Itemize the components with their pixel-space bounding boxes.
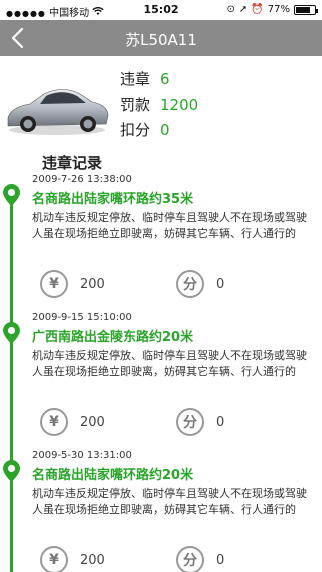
violations-row: 违章 6 [120, 68, 170, 89]
record-fine-value: 200 [80, 276, 105, 292]
record-points: 分 0 [176, 408, 224, 436]
nav-bar: 苏L50A11 [0, 20, 322, 56]
battery-icon [294, 4, 318, 15]
status-right: ⊙ ➚ ⏰ 77% [226, 4, 318, 15]
record-points-value: 0 [216, 414, 225, 430]
record-location: 广西南路出金陵东路约20米 [32, 330, 194, 345]
location-pin-icon [3, 460, 20, 482]
record-date: 2009-5-30 13:31:00 [32, 450, 132, 461]
lock-rotation-icon: ⊙ [226, 4, 235, 15]
points-icon: 分 [176, 546, 204, 572]
record-points-value: 0 [216, 276, 225, 292]
record-points-value: 0 [216, 552, 225, 568]
location-arrow-icon: ➚ [238, 4, 248, 15]
fine-label: 罚款 [120, 96, 151, 114]
page-title: 苏L50A11 [125, 31, 197, 49]
record-location: 名商路出陆家嘴环路约20米 [32, 468, 194, 483]
record-item[interactable]: 2009-7-26 13:38:00 名商路出陆家嘴环路约35米 机动车违反规定… [0, 174, 322, 304]
location-pin-icon [3, 322, 20, 344]
fine-value: 1200 [160, 96, 199, 114]
record-fine-value: 200 [80, 414, 105, 430]
record-points: 分 0 [176, 270, 224, 298]
violations-label: 违章 [120, 70, 151, 88]
record-item[interactable]: 2009-9-15 15:10:00 广西南路出金陵东路约20米 机动车违反规定… [0, 312, 322, 442]
records-title: 违章记录 [42, 154, 103, 172]
record-description: 机动车违反规定停放、临时停车且驾驶人不在现场或驾驶人虽在现场拒绝立即驶离，妨碍其… [32, 487, 307, 516]
status-bar: ●●●●● 中国移动 15:02 ⊙ ➚ ⏰ 77% [0, 0, 322, 20]
points-row: 扣分 0 [120, 119, 170, 140]
record-fine: ¥ 200 [40, 270, 105, 298]
record-date: 2009-7-26 13:38:00 [32, 174, 132, 185]
points-icon: 分 [176, 270, 204, 298]
record-fine-value: 200 [80, 552, 105, 568]
battery-percent: 77% [267, 4, 290, 15]
alarm-icon: ⏰ [251, 4, 264, 15]
yen-icon: ¥ [40, 408, 68, 436]
record-fine: ¥ 200 [40, 408, 105, 436]
record-description: 机动车违反规定停放、临时停车且驾驶人不在现场或驾驶人虽在现场拒绝立即驶离，妨碍其… [32, 211, 307, 240]
points-value: 0 [160, 121, 170, 139]
fine-row: 罚款 1200 [120, 94, 198, 115]
violations-value: 6 [160, 70, 170, 88]
points-icon: 分 [176, 408, 204, 436]
yen-icon: ¥ [40, 546, 68, 572]
car-image [4, 78, 110, 140]
location-pin-icon [3, 184, 20, 206]
record-points: 分 0 [176, 546, 224, 572]
record-fine: ¥ 200 [40, 546, 105, 572]
record-location: 名商路出陆家嘴环路约35米 [32, 192, 194, 207]
yen-icon: ¥ [40, 270, 68, 298]
record-date: 2009-9-15 15:10:00 [32, 312, 132, 323]
record-item[interactable]: 2009-5-30 13:31:00 名商路出陆家嘴环路约20米 机动车违反规定… [0, 450, 322, 572]
record-description: 机动车违反规定停放、临时停车且驾驶人不在现场或驾驶人虽在现场拒绝立即驶离，妨碍其… [32, 349, 307, 378]
points-label: 扣分 [120, 121, 151, 139]
